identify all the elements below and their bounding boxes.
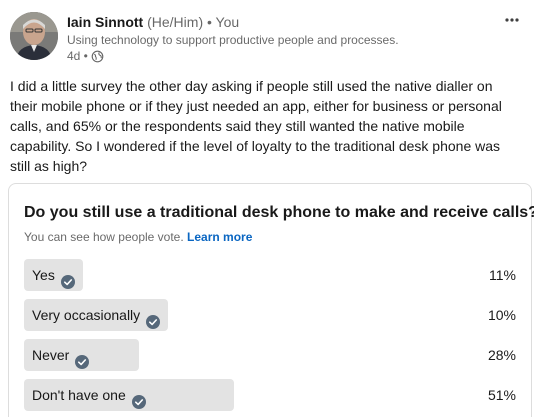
avatar-photo (10, 12, 58, 60)
check-circle-icon (146, 308, 161, 329)
post-text: I did a little survey the other day aski… (10, 78, 502, 174)
option-text: Very occasionally (32, 307, 141, 323)
post-header: Iain Sinnott (He/Him) • You Using techno… (10, 10, 524, 66)
poll-question: Do you still use a traditional desk phon… (24, 204, 534, 221)
poll-visibility-note: You can see how people vote. (24, 230, 184, 244)
option-percent: 51% (487, 387, 516, 403)
option-text: Never (32, 347, 70, 363)
post-time: 4d • (67, 49, 88, 63)
poll-option-dont-have-one[interactable]: Don't have one 51% (24, 379, 516, 411)
learn-more-link[interactable]: Learn more (187, 230, 252, 244)
more-icon (505, 18, 519, 22)
option-label: Yes (32, 259, 75, 291)
check-circle-icon (75, 348, 90, 369)
option-label: Never (32, 339, 90, 371)
avatar[interactable] (10, 12, 58, 60)
more-options-button[interactable] (500, 10, 524, 30)
author-pronouns: (He/Him) (147, 14, 204, 30)
option-label: Don't have one (32, 379, 146, 411)
option-label: Very occasionally (32, 299, 161, 331)
author-line: Iain Sinnott (He/Him) • You (67, 12, 399, 32)
globe-icon (91, 50, 104, 63)
connection-degree: • You (207, 14, 240, 30)
poll-option-very-occasionally[interactable]: Very occasionally 10% (24, 299, 516, 331)
poll-card: Do you still use a traditional desk phon… (8, 183, 534, 417)
option-percent: 10% (487, 307, 516, 323)
check-circle-icon (60, 268, 75, 289)
author-name[interactable]: Iain Sinnott (67, 14, 143, 30)
option-percent: 11% (489, 267, 516, 283)
option-text: Don't have one (32, 387, 126, 403)
poll-note: You can see how people vote. Learn more (24, 229, 252, 245)
post-meta: 4d • (67, 48, 399, 64)
option-percent: 28% (487, 347, 516, 363)
poll-option-never[interactable]: Never 28% (24, 339, 516, 371)
author-headline: Using technology to support productive p… (67, 33, 399, 47)
poll-option-yes[interactable]: Yes 11% (24, 259, 516, 291)
author-block: Iain Sinnott (He/Him) • You Using techno… (67, 12, 399, 64)
option-text: Yes (32, 267, 55, 283)
check-circle-icon (131, 388, 146, 409)
